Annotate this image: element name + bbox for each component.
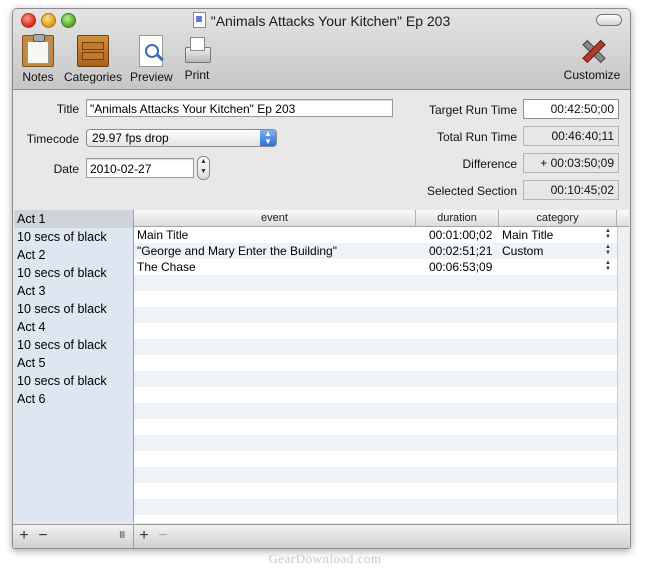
notes-icon	[22, 34, 54, 67]
categories-icon	[77, 35, 109, 67]
timecode-value: 29.97 fps drop	[92, 131, 169, 145]
toolbar-print-button[interactable]: Print	[181, 35, 213, 82]
tools-icon	[577, 35, 607, 65]
table-stripe	[134, 291, 617, 307]
bottom-divider	[133, 525, 134, 548]
title-field[interactable]: "Animals Attacks Your Kitchen" Ep 203	[86, 99, 393, 117]
table-row[interactable]: Main Title 00:01:00;02 Main Title ▲ ▼	[134, 227, 617, 243]
sidebar-item-act-3[interactable]: Act 3	[14, 282, 133, 300]
event-cell: Main Title	[137, 228, 189, 242]
column-header-event[interactable]: event	[134, 210, 416, 226]
table-stripe	[134, 467, 617, 483]
toolbar-customize-label: Customize	[563, 68, 621, 82]
table-stripe	[134, 323, 617, 339]
category-stepper-icon[interactable]: ▲ ▼	[605, 244, 611, 256]
sidebar-item-black-4[interactable]: 10 secs of black	[14, 336, 133, 354]
toolbar-notes-label: Notes	[22, 70, 54, 84]
sidebar-item-black-1[interactable]: 10 secs of black	[14, 228, 133, 246]
sidebar-item-black-3[interactable]: 10 secs of black	[14, 300, 133, 318]
table-stripe	[134, 275, 617, 291]
table-stripe	[134, 451, 617, 467]
table-stripe	[134, 387, 617, 403]
sections-sidebar: Act 1 10 secs of black Act 2 10 secs of …	[14, 210, 134, 523]
table-stripe	[134, 339, 617, 355]
sidebar-item-black-2[interactable]: 10 secs of black	[14, 264, 133, 282]
remove-section-button[interactable]: −	[35, 528, 51, 544]
sidebar-item-act-2[interactable]: Act 2	[14, 246, 133, 264]
toolbar-notes-button[interactable]: Notes	[21, 34, 55, 84]
total-run-time-value: 00:46:40;11	[523, 126, 619, 146]
toolbar-toggle-button[interactable]	[596, 14, 622, 26]
selected-section-label: Selected Section	[426, 184, 517, 198]
target-run-time-field[interactable]: 00:42:50;00	[523, 99, 619, 119]
column-header-duration[interactable]: duration	[416, 210, 499, 226]
table-stripe	[134, 483, 617, 499]
table-stripe	[134, 435, 617, 451]
toolbar-preview-label: Preview	[130, 70, 173, 84]
sidebar-item-act-6[interactable]: Act 6	[14, 390, 133, 408]
table-stripe	[134, 403, 617, 419]
table-stripe	[134, 371, 617, 387]
category-cell: Custom	[502, 244, 544, 258]
window-title: "Animals Attacks Your Kitchen" Ep 203	[210, 13, 451, 29]
document-info-form: Title "Animals Attacks Your Kitchen" Ep …	[13, 90, 630, 210]
sidebar-item-black-5[interactable]: 10 secs of black	[14, 372, 133, 390]
preview-icon	[139, 35, 163, 67]
sidebar-item-act-1[interactable]: Act 1	[14, 210, 133, 228]
toolbar-customize-button[interactable]: Customize	[561, 35, 623, 82]
sidebar-resize-grip[interactable]: III	[119, 530, 125, 541]
selected-section-value: 00:10:45;02	[523, 180, 619, 200]
category-cell: Main Title	[502, 228, 554, 242]
table-stripe	[134, 419, 617, 435]
toolbar-preview-button[interactable]: Preview	[130, 35, 173, 84]
table-stripe	[134, 307, 617, 323]
toolbar-categories-label: Categories	[63, 70, 123, 84]
duration-cell: 00:01:00;02	[429, 228, 493, 242]
difference-value: + 00:03:50;09	[523, 153, 619, 173]
duration-cell: 00:06:53;09	[429, 260, 493, 274]
remove-event-button[interactable]: −	[155, 528, 171, 544]
bottom-bar: + − III + −	[13, 524, 630, 548]
difference-label: Difference	[462, 157, 517, 171]
timecode-popup[interactable]: 29.97 fps drop ▲ ▼	[86, 129, 277, 147]
table-header: event duration category	[134, 210, 629, 227]
event-cell: The Chase	[137, 260, 196, 274]
date-label: Date	[53, 162, 79, 176]
print-icon	[182, 35, 212, 65]
table-stripe	[134, 499, 617, 515]
title-label: Title	[56, 102, 79, 116]
app-window: "Animals Attacks Your Kitchen" Ep 203 No…	[12, 8, 631, 549]
titlebar-toolbar: "Animals Attacks Your Kitchen" Ep 203 No…	[13, 9, 630, 90]
document-icon	[192, 12, 206, 28]
table-stripe	[134, 515, 617, 523]
toolbar-categories-button[interactable]: Categories	[63, 35, 123, 84]
watermark: GearDownload.com	[268, 551, 382, 566]
events-table: event duration category Main Title 00:01…	[134, 210, 629, 523]
date-field[interactable]: 2010-02-27	[86, 158, 194, 178]
table-stripe	[134, 355, 617, 371]
timecode-label: Timecode	[26, 132, 79, 146]
add-event-button[interactable]: +	[136, 528, 152, 544]
add-section-button[interactable]: +	[16, 528, 32, 544]
window-title-area: "Animals Attacks Your Kitchen" Ep 203	[13, 12, 630, 29]
column-header-category[interactable]: category	[499, 210, 617, 226]
popup-arrows-icon: ▲ ▼	[260, 130, 276, 146]
category-cell	[502, 259, 602, 275]
table-row[interactable]: The Chase 00:06:53;09 ▲ ▼	[134, 259, 617, 275]
category-stepper-icon[interactable]: ▲ ▼	[605, 228, 611, 240]
date-stepper[interactable]: ▲ ▼	[197, 156, 210, 180]
toolbar-print-label: Print	[184, 68, 210, 82]
sidebar-item-act-4[interactable]: Act 4	[14, 318, 133, 336]
duration-cell: 00:02:51;21	[429, 244, 493, 258]
event-cell: "George and Mary Enter the Building"	[137, 244, 337, 258]
category-stepper-icon[interactable]: ▲ ▼	[605, 260, 611, 272]
sidebar-item-act-5[interactable]: Act 5	[14, 354, 133, 372]
table-row[interactable]: "George and Mary Enter the Building" 00:…	[134, 243, 617, 259]
total-run-time-label: Total Run Time	[436, 130, 517, 144]
target-run-time-label: Target Run Time	[428, 103, 517, 117]
table-vertical-scrollbar[interactable]	[617, 227, 629, 523]
